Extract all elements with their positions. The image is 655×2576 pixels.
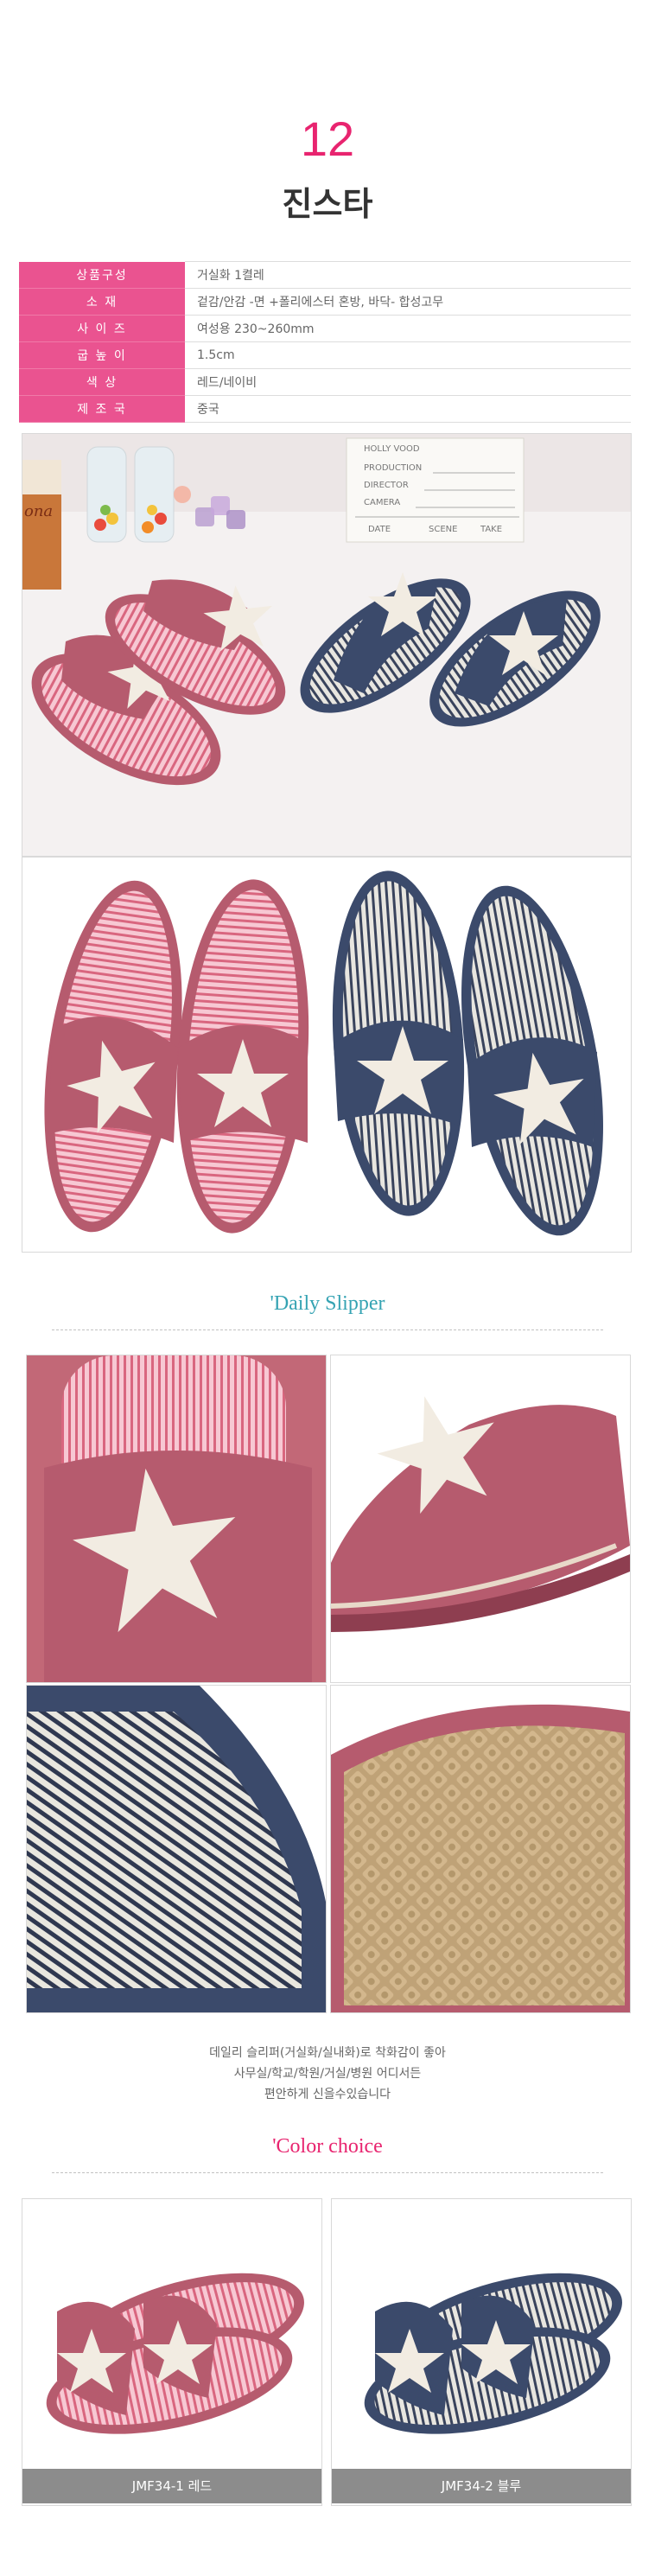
product-number: 12 [300, 112, 355, 166]
color-option-navy[interactable]: JMF34-2 블루 [331, 2198, 632, 2506]
spec-row: 제 조 국 중국 [19, 395, 631, 423]
spec-value: 거실화 1켤레 [185, 261, 631, 289]
clapperboard-row: PRODUCTION [364, 463, 422, 473]
detail-photo-insole [26, 1685, 327, 2013]
detail-photo-sole [330, 1685, 631, 2013]
spec-row: 사 이 즈 여성용 230~260mm [19, 315, 631, 342]
color-caption: JMF34-2 블루 [332, 2469, 631, 2503]
lifestyle-photo: HOLLY VOOD PRODUCTION DIRECTOR CAMERA DA… [22, 433, 632, 857]
color-choice-title: 'Color choice [272, 2135, 383, 2158]
description-line: 사무실/학교/학원/거실/병원 어디서든 [233, 2067, 422, 2081]
description-line: 데일리 슬리퍼(거실화/실내화)로 착화감이 좋아 [209, 2046, 446, 2060]
detail-photo-side [330, 1355, 631, 1683]
section-divider [52, 1329, 603, 1330]
clapperboard-row: DIRECTOR [364, 481, 409, 490]
spec-label: 사 이 즈 [19, 315, 185, 342]
color-option-red[interactable]: JMF34-1 레드 [22, 2198, 322, 2506]
spec-row: 굽 높 이 1.5cm [19, 341, 631, 369]
product-name: 진스타 [282, 185, 373, 223]
topdown-photo [22, 857, 632, 1253]
clapperboard-footer: TAKE [480, 525, 502, 534]
spec-row: 상품구성 거실화 1켤레 [19, 261, 631, 289]
spec-value: 겉감/안감 -면 +폴리에스터 혼방, 바닥- 합성고무 [185, 288, 631, 316]
spec-value: 중국 [185, 395, 631, 423]
spec-row: 색 상 레드/네이비 [19, 368, 631, 396]
spec-label: 소 재 [19, 288, 185, 316]
spec-label: 상품구성 [19, 261, 185, 289]
spec-table: 상품구성 거실화 1켤레 소 재 겉감/안감 -면 +폴리에스터 혼방, 바닥- 합… [19, 261, 631, 423]
clapperboard: HOLLY VOOD PRODUCTION DIRECTOR CAMERA DA… [346, 437, 525, 543]
description-line: 편안하게 신을수있습니다 [264, 2088, 391, 2101]
clapperboard-title: HOLLY VOOD [364, 444, 420, 454]
daily-slipper-title: 'Daily Slipper [270, 1292, 385, 1315]
spec-value: 1.5cm [185, 341, 631, 369]
clapperboard-footer: DATE [368, 525, 391, 534]
spec-value: 레드/네이비 [185, 368, 631, 396]
detail-photo-star [26, 1355, 327, 1683]
spec-label: 색 상 [19, 368, 185, 396]
jar-label: ona [24, 502, 53, 520]
spec-label: 제 조 국 [19, 395, 185, 423]
color-caption: JMF34-1 레드 [22, 2469, 321, 2503]
spec-label: 굽 높 이 [19, 341, 185, 369]
clapperboard-row: CAMERA [364, 498, 400, 507]
spec-value: 여성용 230~260mm [185, 315, 631, 342]
clapperboard-footer: SCENE [429, 525, 457, 534]
spec-row: 소 재 겉감/안감 -면 +폴리에스터 혼방, 바닥- 합성고무 [19, 288, 631, 316]
section-divider [52, 2172, 603, 2173]
daily-description: 데일리 슬리퍼(거실화/실내화)로 착화감이 좋아 사무실/학교/학원/거실/병… [0, 2043, 655, 2105]
